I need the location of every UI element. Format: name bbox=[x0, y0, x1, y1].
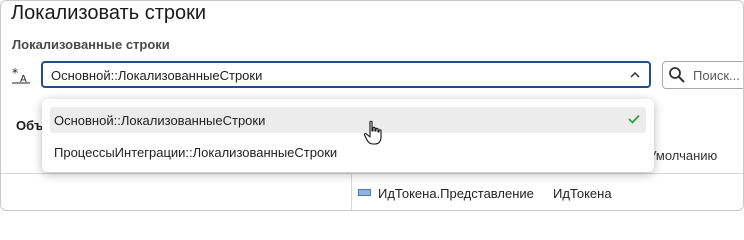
chevron-up-icon[interactable] bbox=[629, 69, 641, 81]
grid-column-divider bbox=[351, 173, 352, 210]
dropdown-option[interactable]: ПроцессыИнтеграции::ЛокализованныеСтроки bbox=[50, 139, 646, 165]
dialog-title: Локализовать строки bbox=[11, 2, 207, 24]
search-icon bbox=[669, 67, 685, 83]
option-label: ПроцессыИнтеграции::ЛокализованныеСтроки bbox=[54, 145, 338, 160]
dropdown-list: Основной::ЛокализованныеСтроки ПроцессыИ… bbox=[42, 99, 654, 172]
object-label-partial: Объ bbox=[16, 118, 44, 133]
svg-text:*: * bbox=[12, 66, 18, 80]
field-icon bbox=[358, 189, 371, 196]
localized-strings-label: Локализованные строки bbox=[12, 37, 170, 52]
check-icon bbox=[628, 114, 640, 124]
localize-strings-dialog: Локализовать строки Локализованные строк… bbox=[0, 0, 744, 211]
field-name-cell: ИдТокена.Представление bbox=[378, 186, 534, 201]
field-value-cell: ИдТокена bbox=[553, 186, 612, 201]
grid-divider bbox=[1, 173, 743, 174]
combo-selected-value: Основной::ЛокализованныеСтроки bbox=[51, 68, 263, 83]
language-icon: * A bbox=[12, 66, 30, 84]
search-input[interactable] bbox=[693, 67, 743, 83]
search-box[interactable] bbox=[662, 61, 743, 89]
dropdown-option[interactable]: Основной::ЛокализованныеСтроки bbox=[50, 107, 646, 133]
option-label: Основной::ЛокализованныеСтроки bbox=[54, 113, 266, 128]
localized-strings-select[interactable]: Основной::ЛокализованныеСтроки bbox=[41, 61, 651, 88]
hand-cursor-icon bbox=[363, 120, 382, 145]
